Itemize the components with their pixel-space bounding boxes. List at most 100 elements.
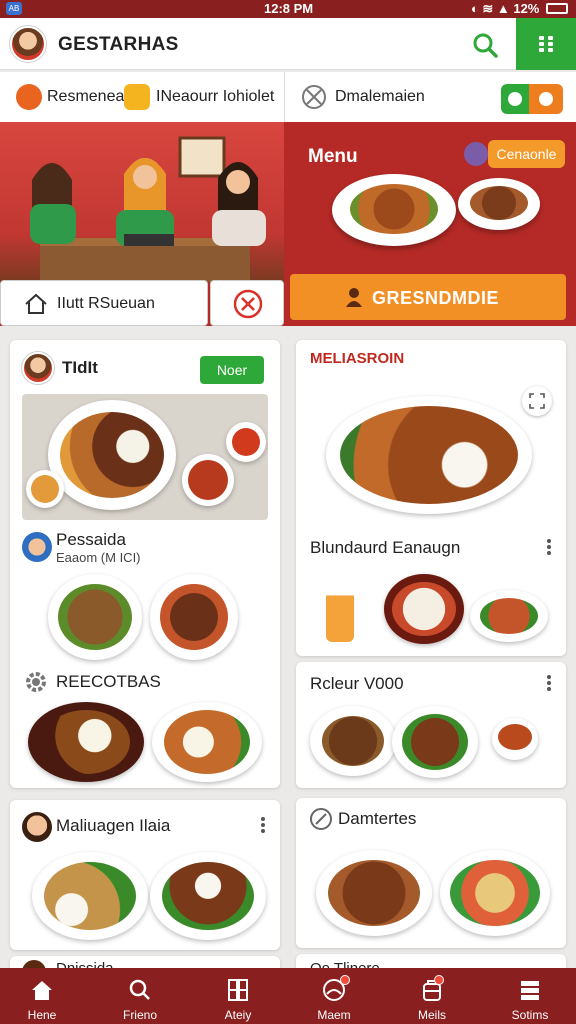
info-filter-icon[interactable] [124, 84, 150, 110]
spaghetti-plate[interactable] [32, 852, 148, 940]
nav-label: Ateiy [224, 1008, 252, 1022]
chef-icon [346, 288, 362, 307]
settings-icon [521, 981, 539, 1000]
braise-plate-food [328, 860, 420, 926]
dish-subtitle: Eaaom (M ICI) [56, 550, 141, 565]
search-icon [473, 33, 498, 58]
nav-meals[interactable]: Meils [384, 968, 480, 1024]
main-dish-photo[interactable] [322, 390, 536, 520]
restaurant-filter-icon[interactable] [16, 84, 42, 110]
mince-plate-food [322, 716, 384, 766]
user-avatar[interactable] [10, 26, 46, 62]
nav-settings[interactable]: Sotims [482, 968, 576, 1024]
menu-card-left-1[interactable]: TIdIt Pessaida Eaaom (M ICI) REECOTBAS [10, 340, 280, 788]
soup-bowl-food [498, 724, 532, 750]
status-bar: AB 12:8 PM ◐ ≋ ▲ 12% [0, 0, 576, 18]
gear-icon [26, 672, 46, 692]
chef-avatar [22, 532, 52, 562]
platter [48, 400, 176, 510]
menu-card-left-2[interactable]: Maliuagen Ilaia [10, 800, 280, 950]
nav-home[interactable]: Hene [0, 968, 90, 1024]
menu-grid-button[interactable] [516, 18, 576, 70]
snack-bowl-food [31, 475, 59, 503]
nav-label: Hene [27, 1008, 57, 1022]
clear-button[interactable] [210, 280, 284, 326]
salad-plate[interactable] [440, 850, 550, 936]
dish-name: Rcleur V000 [310, 674, 404, 693]
chat-orange-half [529, 84, 563, 114]
prawn-plate[interactable] [470, 590, 548, 642]
grill-plate[interactable] [392, 706, 478, 778]
chat-green-half [501, 84, 529, 114]
rice-bowl[interactable] [384, 574, 464, 644]
snack-bowl [26, 470, 64, 508]
expand-button[interactable] [522, 386, 552, 416]
more-options-icon[interactable] [546, 538, 552, 556]
filter-divider [284, 72, 285, 122]
search-button[interactable] [470, 30, 500, 60]
location-search[interactable]: IIutt RSueuan [0, 280, 208, 326]
prawn-plate-food [480, 598, 538, 634]
compass-icon[interactable] [300, 83, 328, 111]
mince-plate[interactable] [310, 706, 396, 776]
card-avatar [22, 352, 54, 384]
spaghetti-plate-food [44, 862, 136, 930]
order-now-label: GRESNDMDIE [372, 288, 500, 308]
grill-plate-food [402, 714, 468, 770]
salad-plate-food [450, 860, 540, 926]
restaurant-illustration [0, 122, 284, 282]
braise-plate[interactable] [316, 850, 432, 936]
notification-badge [434, 975, 444, 985]
card-title: Maliuagen Ilaia [56, 816, 171, 835]
filter-restaurant[interactable]: Resmenea [47, 88, 124, 106]
more-options-icon[interactable] [546, 674, 552, 692]
order-now-button[interactable]: GRESNDMDIE [290, 274, 566, 320]
hero-plate-main [332, 174, 456, 246]
menu-card-right-3[interactable]: Damtertes [296, 798, 566, 948]
hero-menu-label: Menu [308, 146, 358, 167]
home-icon [32, 981, 52, 1000]
dish-name: Blundaurd Eanaugn [310, 538, 461, 557]
curry-plate[interactable] [152, 702, 262, 782]
side-bowl-food [188, 460, 228, 500]
nav-activity[interactable]: Ateiy [190, 968, 286, 1024]
grid-icon [228, 979, 248, 1001]
nav-label: Maem [317, 1008, 351, 1022]
new-tag-button[interactable]: Noer [200, 356, 264, 384]
featured-dish-photo[interactable] [22, 394, 268, 520]
nav-search[interactable]: Frieno [92, 968, 188, 1024]
sauce-bowl-food [232, 428, 260, 456]
filter-discover[interactable]: Dmalemaien [335, 88, 425, 106]
close-circle-icon [233, 289, 263, 319]
noodle-plate[interactable] [48, 574, 142, 660]
nav-profile[interactable]: Maem [286, 968, 382, 1024]
juice-glass[interactable] [326, 590, 354, 642]
category-button[interactable]: Cenaonle [488, 140, 565, 168]
curry-plate-food [164, 710, 250, 774]
hero-food-side [470, 186, 528, 220]
fish-plate[interactable] [150, 574, 238, 660]
home-outline-icon [25, 293, 47, 314]
menu-card-right-2[interactable]: Rcleur V000 [296, 662, 566, 788]
menu-card-right-1[interactable]: MELIASROIN Blundaurd Eanaugn [296, 340, 566, 656]
compass-icon [310, 808, 332, 830]
soup-bowl[interactable] [492, 718, 538, 760]
signal-icon: ◐ ≋ ▲ [470, 1, 510, 16]
dessert-plate[interactable] [28, 702, 144, 782]
hero-food-main [350, 184, 438, 234]
app-notification-icon: AB [6, 2, 22, 15]
fish-plate-food [160, 584, 228, 650]
battery-percent: 12% [513, 1, 540, 16]
filter-info[interactable]: INeaourr Iohiolet [156, 88, 274, 106]
category-icon [464, 142, 488, 166]
app-title: GESTARHAS [58, 34, 179, 55]
nav-label: Sotims [511, 1008, 549, 1022]
stew-plate [326, 396, 532, 514]
card-title: Damtertes [338, 809, 417, 828]
card-title: MELIASROIN [310, 350, 405, 367]
nav-label: Meils [417, 1008, 446, 1022]
chat-toggle-button[interactable] [501, 84, 563, 114]
more-options-icon[interactable] [260, 816, 266, 834]
rice-meal-plate[interactable] [150, 852, 266, 940]
section-title: REECOTBAS [56, 672, 161, 691]
